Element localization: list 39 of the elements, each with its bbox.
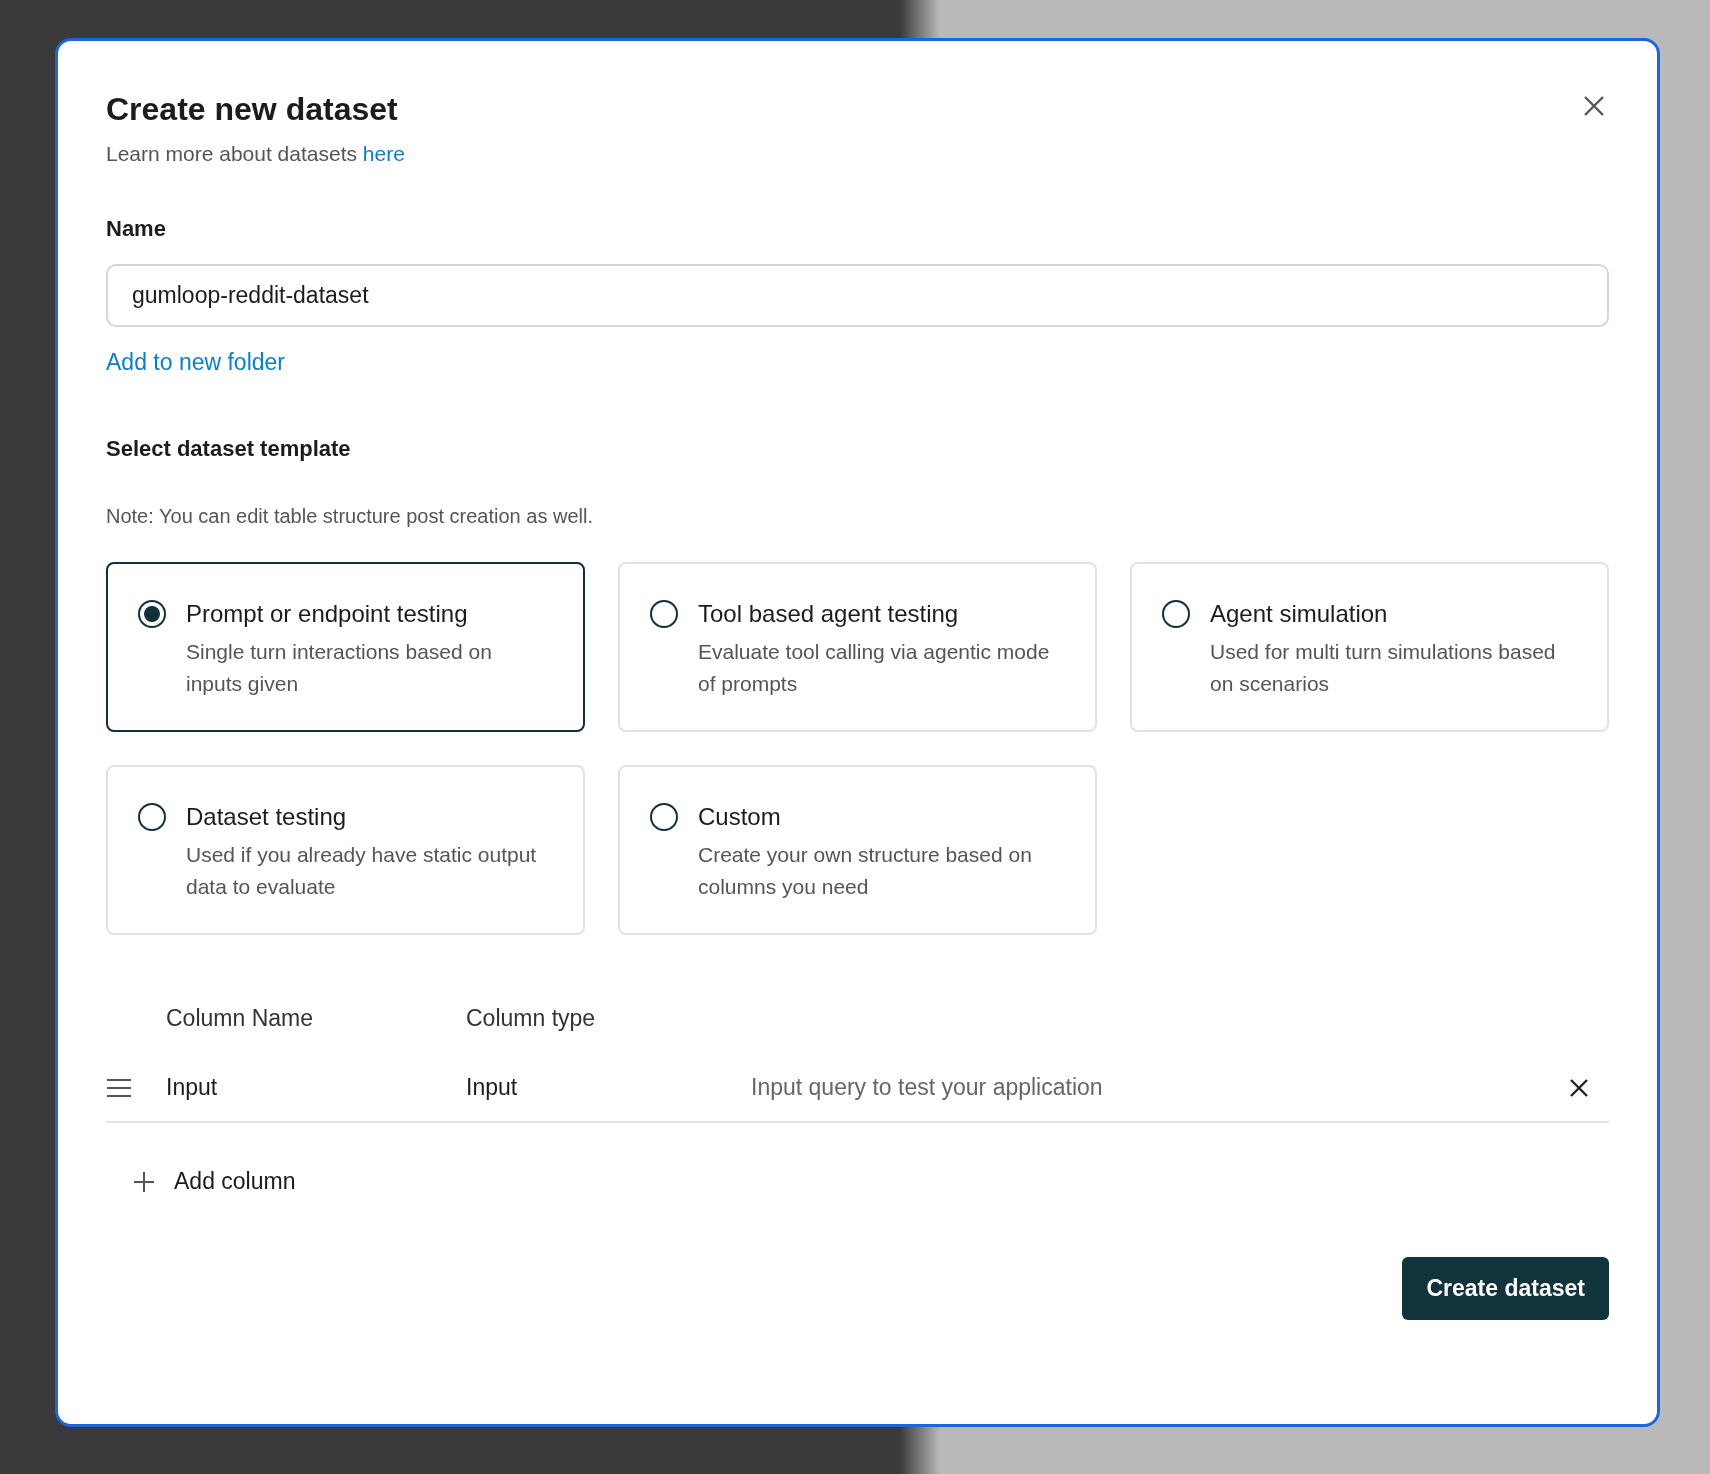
column-type: Input — [466, 1074, 519, 1101]
template-title: Prompt or endpoint testing — [186, 600, 469, 628]
close-icon[interactable] — [1569, 1077, 1589, 1098]
radio-button[interactable] — [138, 803, 166, 831]
radio-button[interactable] — [1162, 600, 1190, 628]
template-card[interactable]: Prompt or endpoint testing Single turn interactions based on inputs given — [106, 562, 585, 732]
template-title: Agent simulation — [1210, 600, 1389, 628]
template-description: Single turn interactions based on inputs given — [186, 639, 493, 697]
dialog-subtitle: Learn more about datasets here — [106, 142, 405, 166]
note-text: Note: You can edit table structure post creation as well. — [106, 505, 594, 528]
template-title: Tool based agent testing — [698, 600, 960, 628]
template-card[interactable]: Custom Create your own structure based on columns you need — [618, 765, 1097, 935]
plus-icon — [132, 1169, 156, 1194]
drag-handle-icon[interactable] — [106, 1077, 132, 1098]
create-button[interactable]: Create dataset — [1402, 1257, 1609, 1320]
help-link[interactable]: here — [362, 142, 405, 165]
column-name: Input — [166, 1074, 219, 1101]
template-description: Used if you already have static output data to evaluate — [186, 842, 538, 900]
template-title: Custom — [698, 803, 782, 831]
template-description: Create your own structure based on columns you need — [698, 842, 1033, 900]
add-column-button[interactable]: Add column — [132, 1168, 296, 1195]
template-title: Dataset testing — [186, 803, 348, 831]
template-description: Used for multi turn simulations based on scenarios — [1210, 639, 1557, 697]
folder-link[interactable]: Add to new folder — [106, 349, 285, 376]
column-header: Column type — [466, 1005, 597, 1032]
close-icon — [1583, 95, 1605, 117]
dialog-title: Create new dataset — [106, 91, 399, 128]
radio-button[interactable] — [650, 600, 678, 628]
radio-button[interactable] — [650, 803, 678, 831]
template-description: Evaluate tool calling via agentic mode of prompts — [698, 639, 1051, 697]
template-card[interactable]: Tool based agent testing Evaluate tool calling via agentic mode of prompts — [618, 562, 1097, 732]
template-card[interactable]: Agent simulation Used for multi turn simulations based on scenarios — [1130, 562, 1609, 732]
radio-button[interactable] — [138, 600, 166, 628]
template-card[interactable]: Dataset testing Used if you already have static output data to evaluate — [106, 765, 585, 935]
name-input[interactable]: gumloop-reddit-dataset — [106, 264, 1609, 327]
section-title: Select dataset template — [106, 436, 352, 462]
column-description: Input query to test your application — [751, 1074, 1103, 1101]
field-label: Name — [106, 216, 167, 242]
column-header: Column Name — [166, 1005, 314, 1032]
